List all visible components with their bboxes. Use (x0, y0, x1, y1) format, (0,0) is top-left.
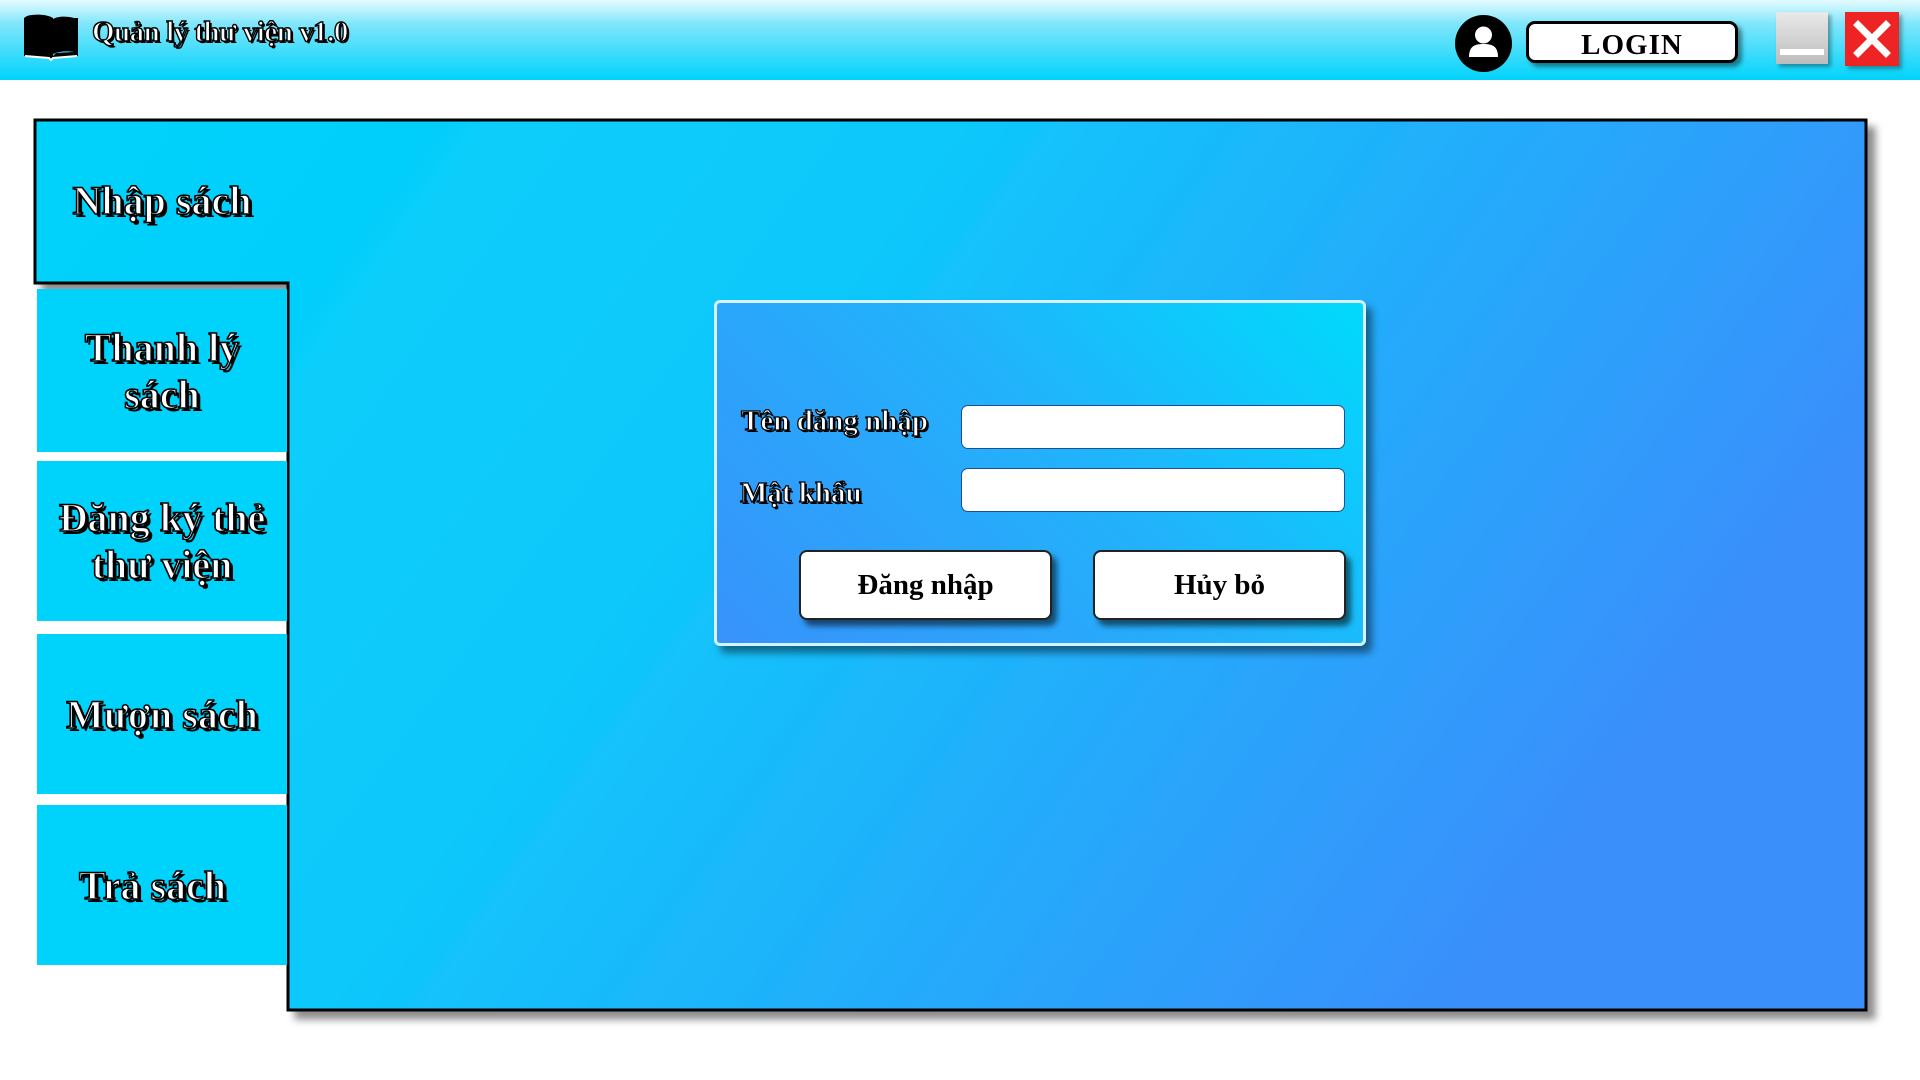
sidebar-item-nhap-sach[interactable]: Nhập sách (37, 130, 287, 270)
sidebar-item-muon-sach[interactable]: Mượn sách (37, 634, 287, 794)
username-field[interactable] (961, 405, 1345, 449)
minimize-icon[interactable] (1776, 12, 1828, 64)
password-label: Mật khẩu (739, 476, 862, 509)
book-icon (24, 14, 78, 62)
username-label: Tên đăng nhập (740, 404, 928, 437)
cancel-button[interactable]: Hủy bỏ (1093, 550, 1346, 620)
sidebar-item-thanh-ly-sach[interactable]: Thanh lý sách (37, 289, 287, 452)
login-button[interactable]: LOGIN (1526, 21, 1738, 63)
title-bar: Quản lý thư viện v1.0 LOGIN (0, 0, 1920, 80)
sidebar-item-dang-ky-the[interactable]: Đăng ký thẻ thư viện (37, 461, 287, 621)
login-submit-button[interactable]: Đăng nhập (799, 550, 1052, 620)
password-field[interactable] (961, 468, 1345, 512)
app-title: Quản lý thư viện v1.0 (91, 15, 349, 48)
user-icon[interactable] (1455, 15, 1512, 72)
close-icon[interactable] (1845, 12, 1899, 66)
sidebar-item-tra-sach[interactable]: Trả sách (37, 805, 287, 965)
